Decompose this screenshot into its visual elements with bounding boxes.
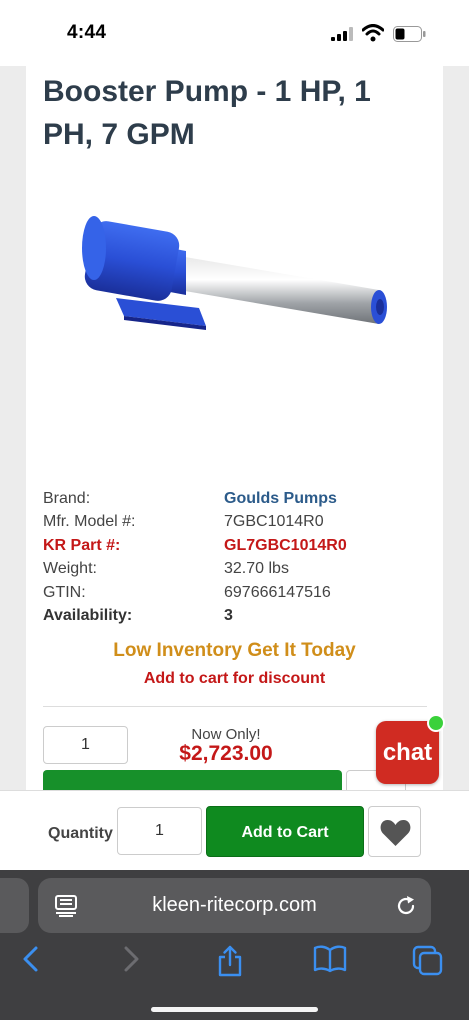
spec-row-weight: Weight: 32.70 lbs: [43, 558, 433, 582]
now-only-label: Now Only!: [191, 726, 261, 743]
spec-label: Mfr. Model #:: [43, 513, 136, 531]
spec-label: Weight:: [43, 560, 97, 578]
spec-label: GTIN:: [43, 583, 86, 601]
quantity-input[interactable]: 1: [43, 726, 128, 764]
address-bar[interactable]: kleen-ritecorp.com: [38, 878, 431, 933]
spec-row-brand: Brand: Goulds Pumps: [43, 487, 433, 511]
share-icon[interactable]: [216, 945, 244, 977]
bookmarks-icon[interactable]: [313, 945, 347, 973]
forward-icon[interactable]: [120, 945, 142, 973]
browser-toolbar: kleen-ritecorp.com: [0, 870, 469, 1020]
add-to-cart-button-inline[interactable]: [43, 770, 342, 790]
back-icon[interactable]: [20, 945, 42, 973]
spec-value: 697666147516: [224, 583, 331, 601]
online-status-dot: [427, 714, 445, 732]
discount-notice: Add to cart for discount: [143, 670, 326, 687]
spec-row-kr-part: KR Part #: GL7GBC1014R0: [43, 534, 433, 558]
wifi-icon: [362, 24, 384, 42]
spec-value: GL7GBC1014R0: [224, 536, 347, 554]
product-page: Booster Pump - 1 HP, 1 PH, 7 GPM Brand: …: [26, 66, 443, 790]
product-specs: Brand: Goulds Pumps Mfr. Model #: 7GBC10…: [43, 487, 433, 628]
spec-row-availability: Availability: 3: [43, 605, 433, 629]
quantity-label: Quantity: [48, 825, 113, 842]
chat-button[interactable]: chat: [376, 721, 439, 784]
status-time: 4:44: [67, 22, 107, 43]
sticky-cart-bar: Quantity 1 Add to Cart: [0, 790, 469, 870]
add-to-cart-button[interactable]: Add to Cart: [206, 806, 364, 857]
previous-tab-preview[interactable]: [0, 878, 29, 933]
low-inventory-notice: Low Inventory Get It Today: [113, 640, 356, 661]
heart-icon: [380, 820, 411, 846]
spec-row-gtin: GTIN: 697666147516: [43, 581, 433, 605]
divider: [43, 706, 427, 707]
battery-icon: [393, 26, 426, 42]
status-bar: 4:44: [0, 0, 469, 66]
product-image[interactable]: [74, 178, 394, 478]
tabs-icon[interactable]: [412, 945, 444, 977]
spec-value: 3: [224, 607, 233, 625]
reload-icon[interactable]: [395, 895, 417, 917]
product-title: Booster Pump - 1 HP, 1 PH, 7 GPM: [43, 75, 371, 151]
spec-label: Brand:: [43, 489, 91, 507]
brand-link[interactable]: Goulds Pumps: [224, 490, 337, 508]
url-text: kleen-ritecorp.com: [152, 894, 317, 916]
home-indicator: [151, 1007, 318, 1012]
spec-value: 7GBC1014R0: [224, 513, 324, 531]
spec-value: 32.70 lbs: [224, 560, 289, 578]
sticky-quantity-input[interactable]: 1: [117, 807, 202, 855]
spec-label: KR Part #:: [43, 536, 121, 554]
spec-row-model: Mfr. Model #: 7GBC1014R0: [43, 511, 433, 535]
cellular-signal-icon: [331, 27, 353, 41]
wishlist-button[interactable]: [368, 806, 421, 857]
spec-label: Availability:: [43, 607, 133, 625]
product-price: $2,723.00: [179, 742, 273, 765]
